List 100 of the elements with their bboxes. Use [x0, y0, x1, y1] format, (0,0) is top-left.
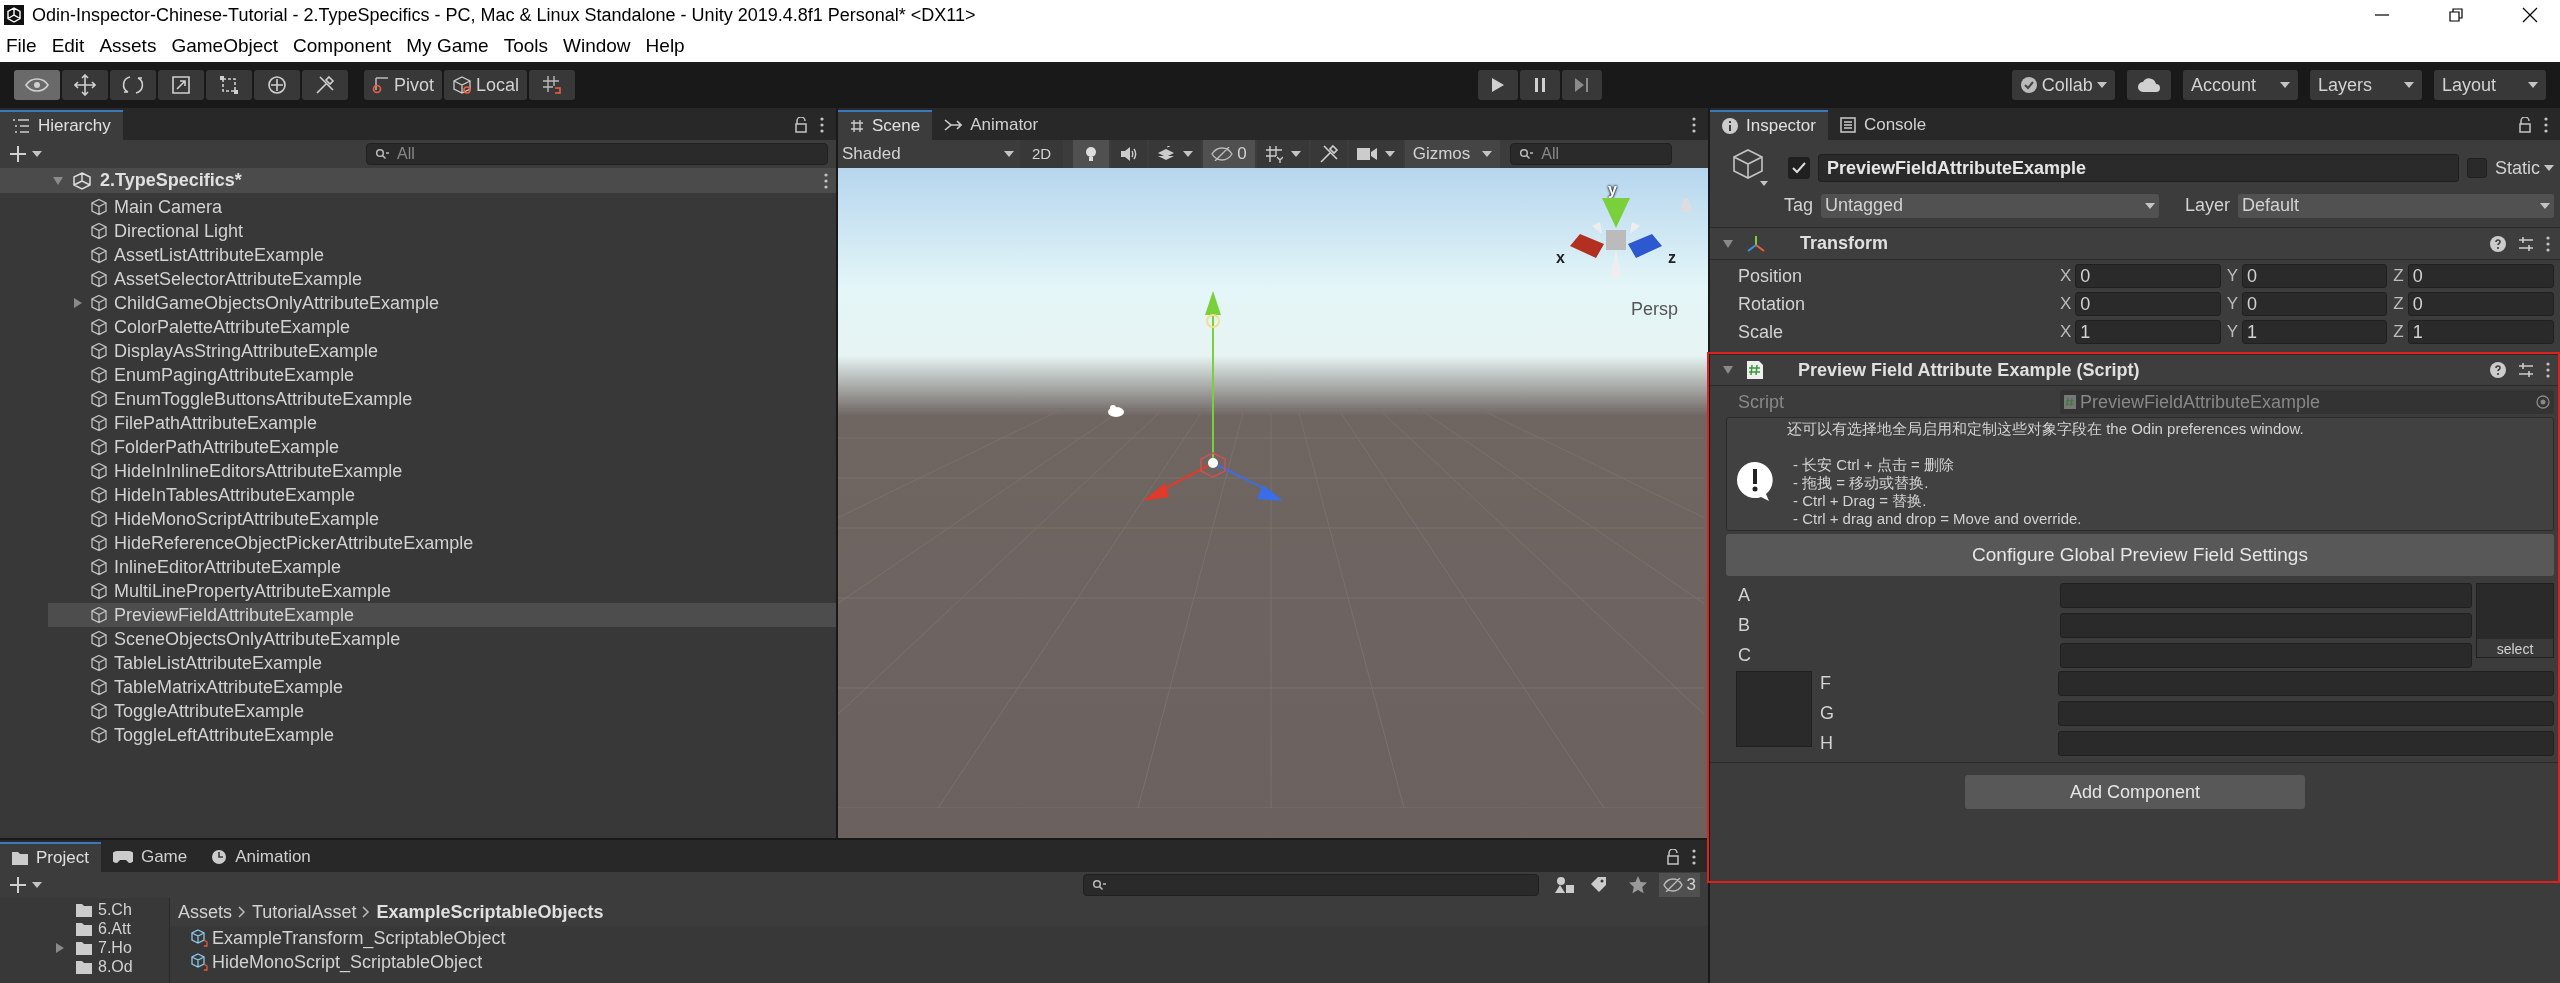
breadcrumb-item[interactable]: ExampleScriptableObjects [376, 898, 604, 926]
help-icon[interactable] [2490, 235, 2506, 252]
breadcrumb-item[interactable]: Assets [178, 898, 233, 926]
configure-settings-button[interactable]: Configure Global Preview Field Settings [1726, 534, 2554, 576]
account-dropdown[interactable]: Account [2182, 70, 2298, 100]
object-name-field[interactable]: PreviewFieldAttributeExample [1818, 154, 2459, 182]
object-field[interactable] [2058, 731, 2554, 756]
hierarchy-item[interactable]: ChildGameObjectsOnlyAttributeExample [48, 291, 836, 315]
star-icon[interactable] [1628, 876, 1647, 894]
more-icon[interactable] [1692, 117, 1696, 133]
expanded-arrow-icon[interactable] [52, 174, 64, 187]
menu-item[interactable]: Assets [99, 31, 157, 61]
tool-button[interactable] [110, 70, 156, 100]
asset-item[interactable]: ExampleTransform_ScriptableObject [170, 926, 1708, 950]
collab-dropdown[interactable]: Collab [2011, 70, 2115, 100]
menu-item[interactable]: Edit [51, 31, 85, 61]
select-button[interactable]: select [2477, 639, 2553, 657]
more-icon[interactable] [2546, 362, 2550, 378]
panel-tab[interactable]: Game [100, 842, 200, 872]
number-field[interactable]: 0 [2075, 264, 2221, 288]
panel-tab[interactable]: Animation [199, 842, 323, 872]
tool-button[interactable] [302, 70, 348, 100]
collapsed-arrow-icon[interactable] [54, 941, 66, 954]
gameobject-cube-icon[interactable] [1732, 148, 1768, 188]
hidden-objects-toggle[interactable]: 0 [1203, 140, 1255, 168]
expanded-arrow-icon[interactable] [1722, 364, 1734, 376]
object-field[interactable] [2058, 701, 2554, 726]
help-icon[interactable] [2490, 362, 2506, 378]
tag-dropdown[interactable]: Untagged [1821, 193, 2160, 218]
restore-icon[interactable] [2448, 7, 2464, 23]
panel-tab[interactable]: Animator [932, 110, 1051, 140]
snap-button[interactable] [529, 70, 576, 100]
menu-item[interactable]: My Game [406, 31, 489, 61]
object-field[interactable] [2060, 643, 2472, 668]
static-checkbox[interactable] [2466, 158, 2487, 178]
layer-dropdown[interactable]: Default [2238, 193, 2554, 218]
folder-tree-item[interactable]: 6.Att [0, 919, 169, 938]
number-field[interactable]: 1 [2075, 320, 2221, 344]
menu-item[interactable]: Component [293, 31, 392, 61]
layout-dropdown[interactable]: Layout [2433, 70, 2546, 100]
pause-button[interactable] [1519, 70, 1560, 100]
object-field[interactable] [2060, 583, 2472, 608]
shading-dropdown[interactable]: Shaded [838, 140, 1018, 168]
tool-button[interactable] [206, 70, 252, 100]
more-icon[interactable] [1692, 849, 1696, 865]
hierarchy-item[interactable]: EnumPagingAttributeExample [48, 363, 836, 387]
hierarchy-item[interactable]: AssetListAttributeExample [48, 243, 836, 267]
audio-toggle[interactable] [1111, 140, 1148, 168]
lock-icon[interactable] [794, 117, 808, 133]
sliders-icon[interactable] [2518, 362, 2534, 378]
add-component-button[interactable]: Add Component [1965, 775, 2305, 809]
hidden-packages-toggle[interactable]: 3 [1658, 873, 1700, 897]
lighting-toggle[interactable] [1073, 140, 1110, 168]
project-search-field[interactable] [1082, 874, 1539, 896]
scene-header-row[interactable]: 2.TypeSpecifics* [0, 168, 836, 193]
add-icon[interactable] [8, 875, 28, 895]
number-field[interactable]: 0 [2075, 292, 2221, 316]
panel-tab[interactable]: Hierarchy [0, 110, 123, 140]
lock-icon[interactable] [2518, 117, 2532, 133]
add-icon[interactable] [8, 144, 28, 164]
layers-dropdown[interactable]: Layers [2309, 70, 2422, 100]
projection-label[interactable]: Persp [1630, 296, 1678, 323]
menu-item[interactable]: Tools [503, 31, 548, 61]
search-field[interactable]: All [366, 143, 828, 165]
hierarchy-item[interactable]: AssetSelectorAttributeExample [48, 267, 836, 291]
collapsed-arrow-icon[interactable] [72, 297, 84, 309]
close-icon[interactable] [2522, 7, 2538, 23]
cloud-button[interactable] [2126, 70, 2171, 100]
more-icon[interactable] [2544, 117, 2548, 133]
2d-toggle[interactable]: 2D [1020, 140, 1064, 168]
hierarchy-item[interactable]: PreviewFieldAttributeExample [48, 603, 836, 627]
camera-dropdown[interactable] [1348, 140, 1403, 168]
menu-item[interactable]: Window [563, 31, 631, 61]
hierarchy-item[interactable]: ColorPaletteAttributeExample [48, 315, 836, 339]
panel-tab[interactable]: Project [0, 842, 101, 872]
tool-button[interactable] [254, 70, 300, 100]
tag-icon[interactable] [1590, 877, 1609, 893]
menu-item[interactable]: File [6, 31, 37, 61]
hierarchy-item[interactable]: ToggleAttributeExample [48, 699, 836, 723]
menu-item[interactable]: Help [645, 31, 685, 61]
active-checkbox[interactable] [1788, 157, 1810, 179]
breadcrumb-item[interactable]: TutorialAsset [252, 898, 357, 926]
more-icon[interactable] [2546, 235, 2550, 252]
hierarchy-item[interactable]: HideInInlineEditorsAttributeExample [48, 459, 836, 483]
step-button[interactable] [1561, 70, 1602, 100]
tool-button[interactable] [158, 70, 204, 100]
hierarchy-item[interactable]: HideReferenceObjectPickerAttributeExample [48, 531, 836, 555]
hierarchy-item[interactable]: Directional Light [48, 219, 836, 243]
number-field[interactable]: 1 [2407, 320, 2554, 344]
panel-tab[interactable]: Scene [838, 110, 933, 140]
static-dropdown[interactable]: Static [2494, 154, 2554, 182]
number-field[interactable]: 0 [2242, 292, 2388, 316]
expanded-arrow-icon[interactable] [1722, 237, 1734, 250]
more-icon[interactable] [824, 172, 828, 189]
hierarchy-item[interactable]: EnumToggleButtonsAttributeExample [48, 387, 836, 411]
folder-tree-item[interactable]: 5.Ch [0, 900, 169, 919]
asset-item[interactable]: HideMonoScript_ScriptableObject [170, 950, 1708, 974]
panel-tab[interactable]: Console [1827, 110, 1939, 140]
tool-button[interactable] [14, 70, 60, 100]
tool-button[interactable] [62, 70, 108, 100]
